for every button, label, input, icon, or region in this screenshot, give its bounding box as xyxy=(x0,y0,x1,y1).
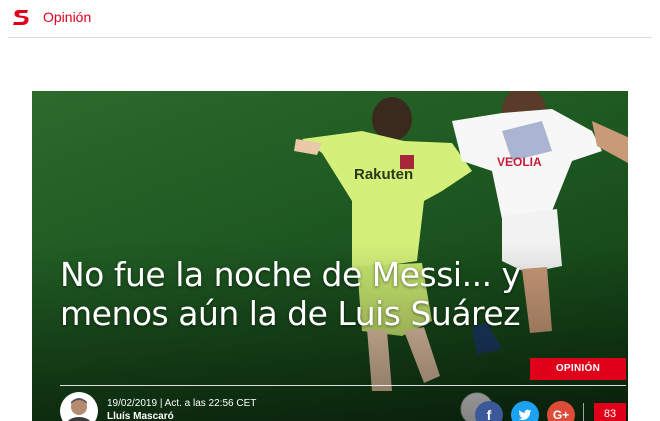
twitter-share-button[interactable] xyxy=(511,401,539,421)
top-bar: Opinión xyxy=(0,0,660,38)
jersey-sponsor-right: VEOLIA xyxy=(497,155,542,169)
article-meta: 19/02/2019 | Act. a las 22:56 CET Lluís … xyxy=(107,397,256,421)
author-name[interactable]: Lluís Mascaró xyxy=(107,410,256,421)
sport-logo-icon[interactable] xyxy=(11,6,33,28)
header-divider xyxy=(8,37,652,38)
twitter-icon xyxy=(518,409,532,421)
section-title[interactable]: Opinión xyxy=(43,9,91,25)
headline-divider xyxy=(60,385,626,386)
article-headline[interactable]: No fue la noche de Messi... y menos aún … xyxy=(60,255,530,333)
googleplus-icon: G+ xyxy=(552,408,570,421)
category-badge[interactable]: OPINIÓN xyxy=(530,358,626,380)
hero-image[interactable]: Rakuten VEOLIA No fue la noche de Messi.… xyxy=(32,91,628,421)
facebook-share-button[interactable]: f xyxy=(475,401,503,421)
comment-count-button[interactable]: 83 xyxy=(594,403,626,421)
googleplus-share-button[interactable]: G+ xyxy=(547,401,575,421)
jersey-sponsor-left: Rakuten xyxy=(354,166,413,183)
facebook-icon: f xyxy=(486,407,492,421)
share-divider xyxy=(583,403,584,421)
publish-date: 19/02/2019 | Act. a las 22:56 CET xyxy=(107,398,257,409)
